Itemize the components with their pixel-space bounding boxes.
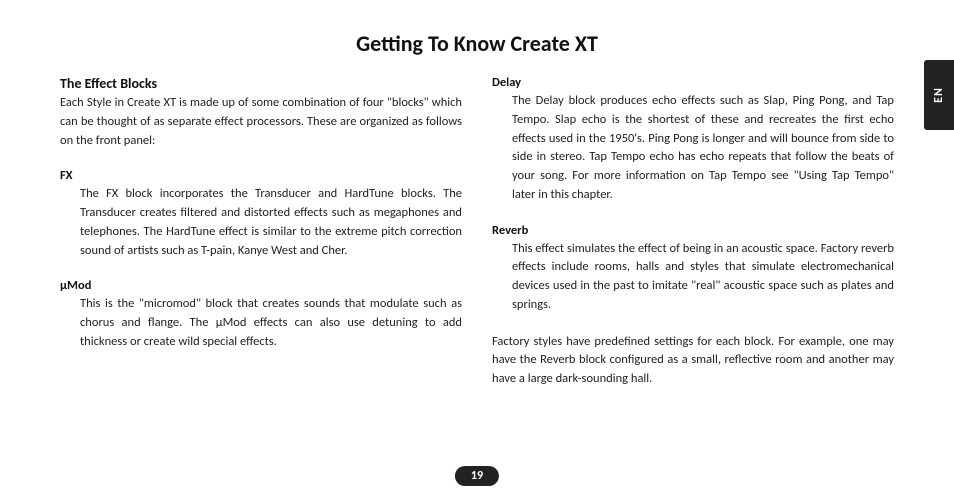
language-label: EN: [932, 87, 946, 103]
effect-label-mod: μMod: [60, 278, 462, 293]
page-title: Getting To Know Create XT: [60, 30, 894, 57]
intro-paragraph: Each Style in Create XT is made up of so…: [60, 94, 462, 150]
effect-body-delay: The Delay block produces echo effects su…: [492, 92, 894, 205]
content-columns: The Effect Blocks Each Style in Create X…: [60, 75, 894, 389]
effect-body-fx: The FX block incorporates the Transducer…: [60, 185, 462, 260]
effect-block-reverb: Reverb This effect simulates the effect …: [492, 223, 894, 315]
right-column: Delay The Delay block produces echo effe…: [492, 75, 894, 389]
effect-block-delay: Delay The Delay block produces echo effe…: [492, 75, 894, 205]
language-tab: EN: [924, 60, 954, 130]
page-number: 19: [455, 466, 499, 486]
effect-label-delay: Delay: [492, 75, 894, 90]
effect-block-fx: FX The FX block incorporates the Transdu…: [60, 168, 462, 260]
effect-label-fx: FX: [60, 168, 462, 183]
left-column: The Effect Blocks Each Style in Create X…: [60, 75, 462, 389]
effect-body-reverb: This effect simulates the effect of bein…: [492, 240, 894, 315]
effect-block-mod: μMod This is the "micromod" block that c…: [60, 278, 462, 351]
section-title-effect-blocks: The Effect Blocks: [60, 75, 462, 92]
effect-label-reverb: Reverb: [492, 223, 894, 238]
effect-body-mod: This is the "micromod" block that create…: [60, 295, 462, 351]
closing-paragraph: Factory styles have predefined settings …: [492, 333, 894, 389]
manual-page: Getting To Know Create XT The Effect Blo…: [0, 0, 954, 500]
